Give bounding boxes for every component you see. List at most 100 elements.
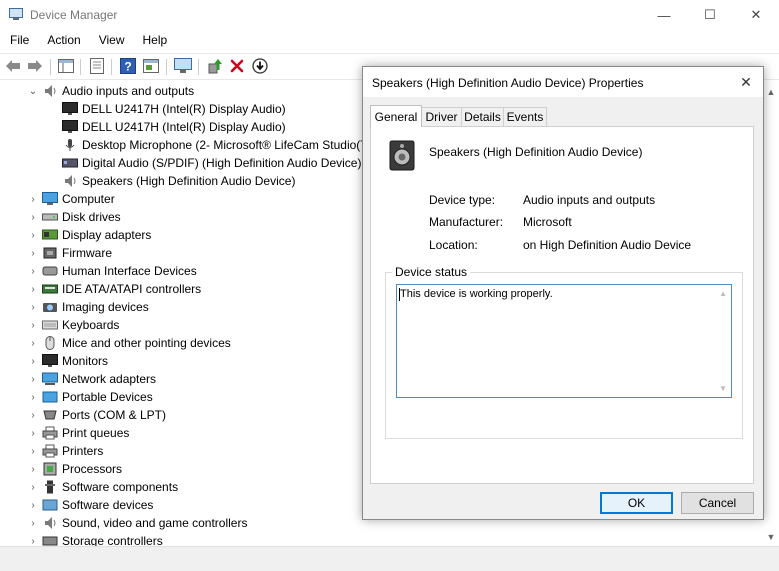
menu-help[interactable]: Help <box>134 30 177 52</box>
expand-chevron-icon[interactable]: › <box>28 406 38 424</box>
tree-node[interactable]: › Print queues <box>28 424 129 442</box>
tab-details[interactable]: Details <box>461 107 504 126</box>
tree-node[interactable]: Desktop Microphone (2- Microsoft® LifeCa… <box>48 136 386 154</box>
tree-node[interactable]: › Keyboards <box>28 316 119 334</box>
device-status-textbox[interactable]: This device is working properly. ▲ ▼ <box>396 284 732 398</box>
expand-chevron-icon[interactable]: › <box>28 226 38 244</box>
tree-node-label: Processors <box>62 462 123 476</box>
horizontal-scrollbar[interactable] <box>0 546 779 571</box>
tree-node[interactable]: › Processors <box>28 460 122 478</box>
expand-chevron-icon[interactable]: › <box>28 262 38 280</box>
window-title: Device Manager <box>30 8 118 22</box>
help-button[interactable]: ? <box>119 57 137 75</box>
expand-chevron-icon[interactable]: › <box>28 208 38 226</box>
tree-node-label: Software devices <box>62 498 154 512</box>
tab-events[interactable]: Events <box>503 107 547 126</box>
tree-node[interactable]: › Sound, video and game controllers <box>28 514 247 532</box>
tree-node[interactable]: › Software components <box>28 478 178 496</box>
tree-node[interactable]: › Human Interface Devices <box>28 262 196 280</box>
expand-chevron-icon[interactable]: › <box>28 478 38 496</box>
maximize-button[interactable]: ☐ <box>687 0 733 30</box>
cancel-button[interactable]: Cancel <box>681 492 754 514</box>
collapse-chevron-icon[interactable]: ⌄ <box>28 82 38 100</box>
back-button[interactable] <box>4 57 22 75</box>
tree-node[interactable]: › Display adapters <box>28 226 151 244</box>
tab-driver[interactable]: Driver <box>421 107 462 126</box>
tree-node[interactable]: DELL U2417H (Intel(R) Display Audio) <box>48 118 286 136</box>
console-tree-icon <box>58 59 74 73</box>
ok-button[interactable]: OK <box>600 492 673 514</box>
tree-node-label: Audio inputs and outputs <box>62 84 195 98</box>
tree-node[interactable]: Digital Audio (S/PDIF) (High Definition … <box>48 154 361 172</box>
properties-dialog: Speakers (High Definition Audio Device) … <box>362 66 764 520</box>
tree-node[interactable]: › Ports (COM & LPT) <box>28 406 166 424</box>
disable-device-button[interactable] <box>251 57 269 75</box>
dialog-title: Speakers (High Definition Audio Device) … <box>372 76 644 90</box>
software-component-icon <box>42 480 58 494</box>
speaker-icon <box>42 84 58 98</box>
tree-node[interactable]: › Portable Devices <box>28 388 153 406</box>
tree-node[interactable]: › Software devices <box>28 496 153 514</box>
toolbar-separator <box>111 59 112 75</box>
tree-node[interactable]: › Network adapters <box>28 370 156 388</box>
expand-chevron-icon[interactable]: › <box>28 190 38 208</box>
tree-node-label: Speakers (High Definition Audio Device) <box>82 174 296 188</box>
monitor-icon <box>42 354 58 368</box>
tree-node-label: Imaging devices <box>62 300 149 314</box>
tree-node[interactable]: DELL U2417H (Intel(R) Display Audio) <box>48 100 286 118</box>
tree-node-label: Digital Audio (S/PDIF) (High Definition … <box>82 156 362 170</box>
textbox-scroll-up-icon[interactable]: ▲ <box>719 289 727 298</box>
expand-chevron-icon[interactable]: › <box>28 388 38 406</box>
tree-node[interactable]: Speakers (High Definition Audio Device) <box>48 172 295 190</box>
uninstall-device-button[interactable] <box>228 57 246 75</box>
tree-node[interactable]: › IDE ATA/ATAPI controllers <box>28 280 201 298</box>
expand-chevron-icon[interactable]: › <box>28 334 38 352</box>
expand-chevron-icon[interactable]: › <box>28 496 38 514</box>
menu-file[interactable]: File <box>0 30 38 52</box>
hid-icon <box>42 264 58 278</box>
tab-general[interactable]: General <box>370 105 422 127</box>
dialog-close-button[interactable]: ✕ <box>729 67 763 97</box>
tree-node[interactable]: › Mice and other pointing devices <box>28 334 231 352</box>
tree-node[interactable]: ⌄ Audio inputs and outputs <box>28 82 194 100</box>
expand-chevron-icon[interactable]: › <box>28 316 38 334</box>
help-icon: ? <box>120 58 136 74</box>
close-button[interactable]: ✕ <box>733 0 779 30</box>
expand-chevron-icon[interactable]: › <box>28 280 38 298</box>
menu-action[interactable]: Action <box>38 30 89 52</box>
scan-hardware-changes-button[interactable] <box>174 57 192 75</box>
update-driver-button[interactable] <box>206 57 224 75</box>
tree-node[interactable]: › Computer <box>28 190 115 208</box>
expand-chevron-icon[interactable]: › <box>28 514 38 532</box>
tree-node[interactable]: › Printers <box>28 442 103 460</box>
tree-node[interactable]: › Storage controllers <box>28 532 162 547</box>
expand-chevron-icon[interactable]: › <box>28 298 38 316</box>
action-pane-button[interactable] <box>142 57 160 75</box>
tree-node[interactable]: › Disk drives <box>28 208 120 226</box>
tree-node[interactable]: › Imaging devices <box>28 298 149 316</box>
properties-button[interactable] <box>88 57 106 75</box>
minimize-button[interactable]: — <box>641 0 687 30</box>
tree-node[interactable]: › Monitors <box>28 352 108 370</box>
speaker-icon <box>42 516 58 530</box>
scroll-up-arrow-icon[interactable]: ▲ <box>765 86 777 98</box>
tree-node-label: Computer <box>62 192 115 206</box>
red-x-icon <box>230 59 244 73</box>
printer-icon <box>42 426 58 440</box>
expand-chevron-icon[interactable]: › <box>28 532 38 547</box>
expand-chevron-icon[interactable]: › <box>28 370 38 388</box>
processor-icon <box>42 462 58 476</box>
tree-node[interactable]: › Firmware <box>28 244 112 262</box>
expand-chevron-icon[interactable]: › <box>28 442 38 460</box>
tree-node-label: Portable Devices <box>62 390 153 404</box>
menu-view[interactable]: View <box>90 30 134 52</box>
forward-button[interactable] <box>26 57 44 75</box>
expand-chevron-icon[interactable]: › <box>28 352 38 370</box>
textbox-scroll-down-icon[interactable]: ▼ <box>719 384 727 393</box>
expand-chevron-icon[interactable]: › <box>28 460 38 478</box>
expand-chevron-icon[interactable]: › <box>28 424 38 442</box>
device-name: Speakers (High Definition Audio Device) <box>429 145 643 159</box>
scroll-down-arrow-icon[interactable]: ▼ <box>765 531 777 543</box>
expand-chevron-icon[interactable]: › <box>28 244 38 262</box>
show-hide-console-tree-button[interactable] <box>57 57 75 75</box>
